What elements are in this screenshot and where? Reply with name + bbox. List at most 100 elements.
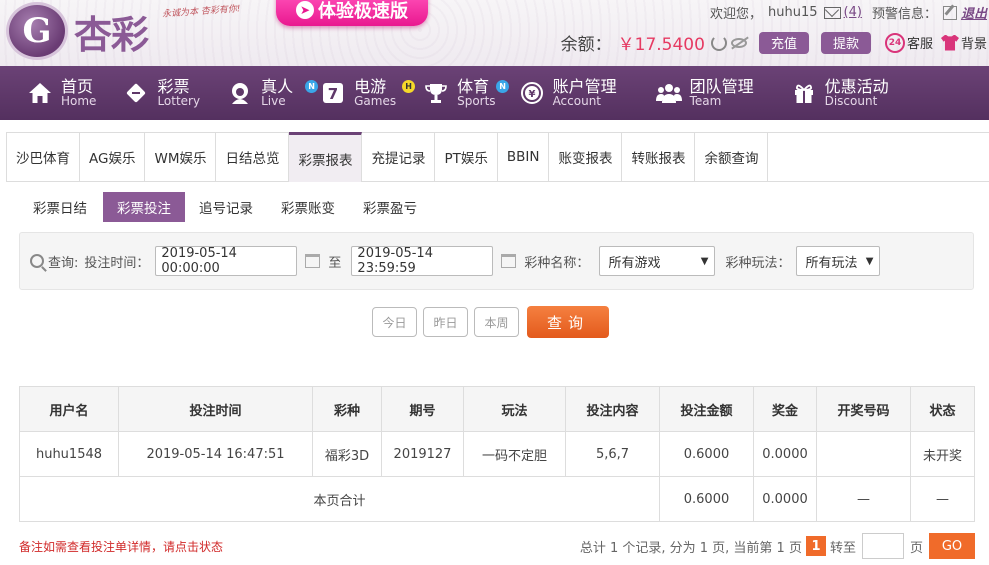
col-issue: 期号	[381, 386, 464, 432]
bets-table: 用户名 投注时间 彩种 期号 玩法 投注内容 投注金额 奖金 开奖号码 状态 h…	[19, 386, 975, 522]
cell-content: 5,6,7	[565, 431, 660, 477]
nav-item-home[interactable]: 首页 Home	[0, 78, 111, 109]
detail-note: 备注如需查看投注单详情，请点击状态	[19, 540, 224, 554]
calendar-icon[interactable]	[501, 254, 517, 268]
customer-service-icon[interactable]: 24	[884, 32, 905, 53]
tab-deposit-withdraw[interactable]: 充提记录	[362, 133, 436, 181]
cell-bet-time: 2019-05-14 16:47:51	[118, 431, 313, 477]
withdraw-button[interactable]: 提款	[820, 31, 871, 54]
background-link[interactable]: 背景	[961, 33, 987, 52]
col-bonus: 奖金	[753, 386, 817, 432]
chevron-down-icon: ▼	[700, 255, 709, 267]
go-button[interactable]: GO	[929, 533, 975, 559]
account-icon: ¥	[519, 80, 545, 106]
cell-amount: 0.6000	[659, 431, 754, 477]
cell-draw-numbers	[816, 431, 911, 477]
gift-icon	[791, 80, 817, 106]
main-nav: 首页 Home 彩票 Lottery 真人 Live N 7 电游 Games H 体育…	[0, 66, 989, 120]
tab-bbin[interactable]: BBIN	[498, 133, 550, 181]
tab-daily-overview[interactable]: 日结总览	[216, 133, 290, 181]
tab-saba-sports[interactable]: 沙巴体育	[7, 133, 80, 181]
nav-sublabel: Home	[61, 94, 97, 109]
yesterday-button[interactable]: 昨日	[423, 307, 468, 337]
subtab-chase[interactable]: 追号记录	[185, 192, 267, 222]
subtab-profit-loss[interactable]: 彩票盈亏	[349, 192, 431, 222]
nav-item-account[interactable]: ¥ 账户管理 Account	[519, 78, 632, 109]
cell-lottery: 福彩3D	[312, 431, 382, 477]
total-status: —	[910, 476, 975, 522]
play-type-select-value: 所有玩法	[805, 255, 858, 271]
refresh-icon[interactable]	[710, 34, 727, 51]
lottery-icon	[123, 80, 149, 106]
nav-item-discount[interactable]: 优惠活动 Discount	[791, 78, 904, 109]
nav-item-team[interactable]: 团队管理 Team	[655, 76, 769, 109]
subtab-daily[interactable]: 彩票日结	[19, 192, 101, 222]
speed-version-button[interactable]: ➤ 体验极速版	[276, 0, 428, 26]
search-icon	[30, 254, 44, 268]
table-total-row: 本页合计 0.6000 0.0000 — —	[19, 476, 975, 522]
mail-count-link[interactable]: (4)	[844, 5, 862, 20]
new-badge: N	[496, 79, 510, 93]
table-header-row: 用户名 投注时间 彩种 期号 玩法 投注内容 投注金额 奖金 开奖号码 状态	[19, 386, 975, 432]
col-draw-numbers: 开奖号码	[816, 386, 911, 432]
cell-status-link[interactable]: 未开奖	[910, 431, 975, 477]
query-button[interactable]: 查询	[527, 306, 609, 338]
nav-label: 体育	[457, 76, 490, 96]
nav-item-sports[interactable]: 体育 Sports N	[423, 78, 510, 109]
play-type-label: 彩种玩法：	[725, 255, 791, 271]
nav-sublabel: Sports	[457, 94, 496, 109]
mail-icon[interactable]	[823, 6, 841, 19]
theme-shirt-icon[interactable]	[940, 34, 959, 51]
this-week-button[interactable]: 本周	[474, 307, 519, 337]
tab-wm[interactable]: WM娱乐	[145, 133, 217, 181]
svg-text:¥: ¥	[528, 89, 535, 100]
col-amount: 投注金额	[659, 386, 754, 432]
nav-item-games[interactable]: 7 电游 Games H	[320, 76, 416, 109]
play-type-select[interactable]: 所有玩法 ▼	[796, 246, 881, 276]
nav-label: 首页	[61, 76, 94, 96]
live-icon	[227, 80, 253, 106]
customer-service-link[interactable]: 客服	[907, 33, 933, 52]
tab-transfer-report[interactable]: 转账报表	[622, 133, 696, 181]
chevron-down-icon: ▼	[865, 255, 874, 267]
cell-issue: 2019127	[381, 431, 464, 477]
header: G 杏彩 永诚为本 杏彩有你! ➤ 体验极速版 欢迎您， huhu15 (4) …	[0, 0, 989, 66]
lottery-subtabs: 彩票日结 彩票投注 追号记录 彩票账变 彩票盈亏	[19, 192, 431, 222]
goto-label: 转至	[829, 540, 856, 556]
lottery-select[interactable]: 所有游戏 ▼	[599, 246, 716, 276]
tab-lottery-report[interactable]: 彩票报表	[289, 132, 363, 182]
to-label: 至	[328, 255, 342, 271]
edit-icon[interactable]	[942, 5, 957, 20]
goto-page-input[interactable]	[861, 533, 904, 559]
hide-balance-icon[interactable]	[730, 37, 747, 48]
query-label: 查询:	[48, 255, 79, 271]
table-row: huhu1548 2019-05-14 16:47:51 福彩3D 201912…	[19, 431, 975, 477]
recharge-button[interactable]: 充值	[758, 31, 809, 54]
nav-label: 电游	[354, 76, 387, 96]
welcome-text: 欢迎您，	[710, 7, 763, 22]
tab-account-change[interactable]: 账变报表	[549, 133, 623, 181]
logo-slogan: 永诚为本 杏彩有你!	[161, 4, 241, 20]
subtab-account-change[interactable]: 彩票账变	[267, 192, 349, 222]
balance-row: 余额： ￥17.5400 充值 提款 24 客服 背景	[561, 30, 989, 55]
nav-item-live[interactable]: 真人 Live N	[227, 78, 319, 109]
team-icon	[655, 80, 682, 106]
tab-ag[interactable]: AG娱乐	[80, 133, 146, 181]
col-content: 投注内容	[565, 386, 660, 432]
nav-item-lottery[interactable]: 彩票 Lottery	[123, 78, 215, 109]
col-status: 状态	[910, 386, 975, 432]
start-time-input[interactable]: 2019-05-14 00:00:00	[155, 246, 298, 276]
logout-link[interactable]: 退出	[961, 3, 987, 22]
page-number-button[interactable]: 1	[805, 536, 826, 556]
today-button[interactable]: 今日	[372, 307, 417, 337]
nav-label: 团队管理	[689, 76, 754, 96]
tab-balance-query[interactable]: 余额查询	[695, 133, 769, 181]
tab-pt[interactable]: PT娱乐	[435, 133, 498, 181]
calendar-icon[interactable]	[305, 254, 321, 268]
subtab-bets[interactable]: 彩票投注	[103, 192, 185, 222]
col-bet-time: 投注时间	[118, 386, 313, 432]
end-time-input[interactable]: 2019-05-14 23:59:59	[351, 246, 494, 276]
logo[interactable]: G 杏彩	[6, 2, 149, 60]
nav-sublabel: Lottery	[157, 94, 201, 109]
nav-label: 优惠活动	[824, 76, 889, 96]
